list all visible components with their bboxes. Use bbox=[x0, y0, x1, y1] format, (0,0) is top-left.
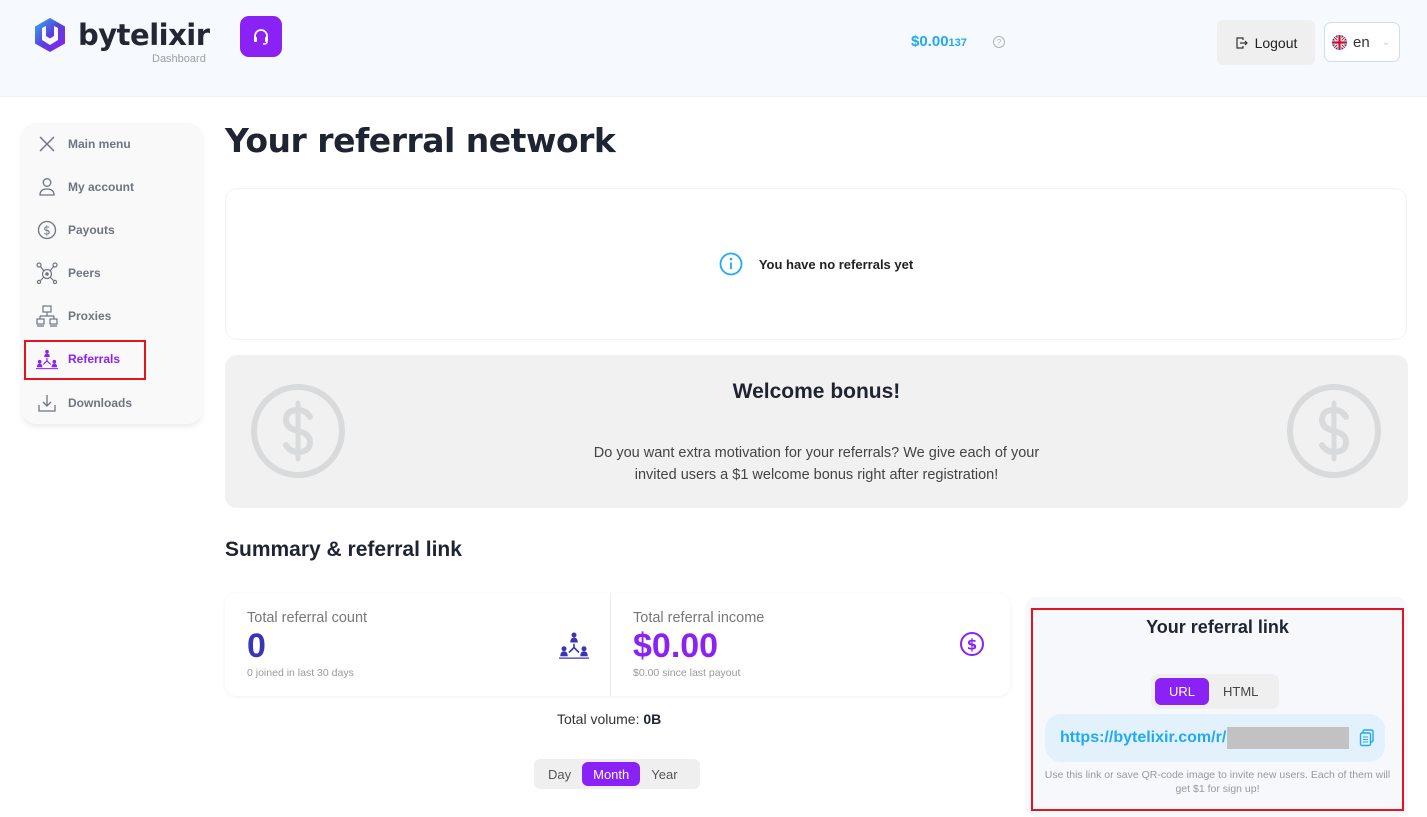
period-day-button[interactable]: Day bbox=[537, 762, 582, 786]
referral-link-field[interactable]: https://bytelixir.com/r/ bbox=[1045, 714, 1385, 762]
stat-label: Total referral count bbox=[247, 610, 368, 626]
peers-network-icon bbox=[36, 262, 58, 284]
brand-subtitle: Dashboard bbox=[152, 53, 206, 65]
format-html-button[interactable]: HTML bbox=[1209, 678, 1272, 705]
referral-link-title: Your referral link bbox=[1146, 617, 1289, 637]
language-select[interactable]: en ⌄ bbox=[1324, 22, 1400, 62]
bonus-title: Welcome bonus! bbox=[732, 380, 901, 403]
sidebar-item-label: Payouts bbox=[68, 223, 115, 237]
sidebar-item-proxies[interactable]: Proxies bbox=[36, 304, 111, 328]
link-format-toggle: URL HTML bbox=[1151, 674, 1279, 709]
balance-display: $0.00137 bbox=[911, 33, 967, 50]
page-title: Your referral network bbox=[225, 121, 616, 160]
stat-referral-income: Total referral income $0.00 $0.00 since … bbox=[611, 593, 1010, 696]
referrals-empty-state: You have no referrals yet bbox=[225, 188, 1407, 340]
sidebar-item-label: Main menu bbox=[68, 137, 131, 151]
stat-value: 0 bbox=[247, 627, 266, 665]
brand-name: bytelixir bbox=[78, 18, 210, 52]
stat-label: Total referral income bbox=[633, 610, 765, 626]
sidebar: Main menu My account $ Payouts Peers Pro… bbox=[22, 123, 202, 424]
sidebar-item-downloads[interactable]: Downloads bbox=[36, 391, 132, 415]
help-icon[interactable]: ? bbox=[993, 36, 1005, 48]
svg-text:$: $ bbox=[967, 636, 977, 654]
period-month-button[interactable]: Month bbox=[582, 762, 641, 786]
sidebar-item-label: Proxies bbox=[68, 309, 112, 323]
sidebar-item-label: Peers bbox=[68, 266, 101, 280]
chevron-down-icon: ⌄ bbox=[1381, 36, 1391, 48]
download-icon bbox=[36, 392, 58, 414]
bytelixir-logo-icon bbox=[35, 18, 65, 52]
logout-button[interactable]: Logout bbox=[1217, 20, 1315, 65]
sidebar-item-peers[interactable]: Peers bbox=[36, 261, 101, 285]
copy-icon[interactable] bbox=[1359, 729, 1375, 747]
stat-referral-count: Total referral count 0 0 joined in last … bbox=[225, 593, 610, 696]
top-header: bytelixir Dashboard $0.00137 ? Logout en… bbox=[0, 0, 1427, 97]
stat-value: $0.00 bbox=[633, 627, 719, 665]
user-icon bbox=[36, 176, 58, 198]
logout-label: Logout bbox=[1254, 34, 1298, 51]
referral-stats-card: Total referral count 0 0 joined in last … bbox=[225, 593, 1010, 696]
logout-icon bbox=[1235, 36, 1248, 49]
active-item-highlight bbox=[24, 340, 146, 380]
dollar-circle-icon bbox=[1287, 384, 1381, 478]
bonus-line-2: invited users a $1 welcome bonus right a… bbox=[634, 467, 999, 483]
uk-flag-icon bbox=[1332, 34, 1347, 50]
bonus-description: Do you want extra motivation for your re… bbox=[225, 442, 1408, 486]
stat-subtext: 0 joined in last 30 days bbox=[247, 667, 354, 679]
referrals-icon bbox=[559, 632, 589, 659]
headset-icon bbox=[254, 28, 268, 45]
total-volume-value: 0B bbox=[643, 711, 662, 727]
dollar-circle-icon: $ bbox=[36, 219, 58, 241]
svg-text:$: $ bbox=[43, 224, 51, 238]
sidebar-item-payouts[interactable]: $ Payouts bbox=[36, 218, 115, 242]
redacted-referral-code bbox=[1227, 727, 1350, 749]
referral-link-hint: Use this link or save QR-code image to i… bbox=[1044, 769, 1391, 795]
stat-subtext: $0.00 since last payout bbox=[633, 667, 741, 679]
total-volume: Total volume: 0B bbox=[557, 711, 661, 727]
balance-fraction: 137 bbox=[948, 37, 967, 49]
brand-logo[interactable]: bytelixir bbox=[32, 16, 210, 54]
language-code: en bbox=[1353, 33, 1370, 51]
sidebar-item-label: Downloads bbox=[68, 396, 133, 410]
welcome-bonus-banner: Welcome bonus! Do you want extra motivat… bbox=[225, 355, 1408, 508]
balance-main: $0.00 bbox=[911, 33, 949, 50]
summary-section-title: Summary & referral link bbox=[225, 538, 462, 561]
dollar-circle-icon: $ bbox=[960, 632, 984, 656]
sidebar-item-label: My account bbox=[68, 180, 135, 194]
period-toggle: Day Month Year bbox=[534, 759, 700, 789]
period-year-button[interactable]: Year bbox=[640, 762, 688, 786]
format-url-button[interactable]: URL bbox=[1155, 678, 1210, 705]
sidebar-item-main-menu[interactable]: Main menu bbox=[36, 132, 131, 156]
proxies-network-icon bbox=[36, 305, 58, 327]
total-volume-label: Total volume: bbox=[557, 711, 640, 727]
close-icon bbox=[36, 133, 58, 155]
support-button[interactable] bbox=[240, 16, 282, 57]
bonus-line-1: Do you want extra motivation for your re… bbox=[593, 445, 1040, 461]
sidebar-item-my-account[interactable]: My account bbox=[36, 175, 134, 199]
referral-url[interactable]: https://bytelixir.com/r/ bbox=[1060, 729, 1226, 747]
empty-message: You have no referrals yet bbox=[758, 256, 914, 272]
info-icon bbox=[719, 252, 743, 276]
